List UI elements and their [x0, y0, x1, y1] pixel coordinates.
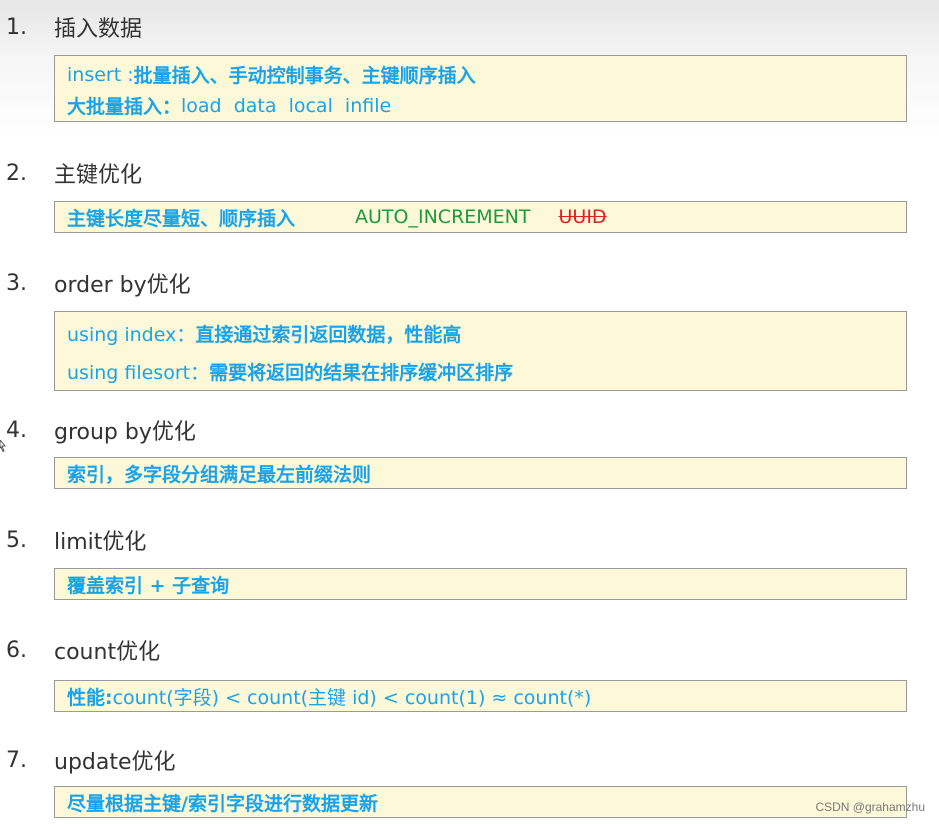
- section-4-number: 4.: [6, 417, 27, 443]
- section-1-heading: 1. 插入数据: [0, 12, 143, 43]
- section-7-heading: 7. update优化: [0, 745, 176, 776]
- section-2-heading: 2. 主键优化: [0, 158, 143, 189]
- section-1-line-1-prefix: insert :: [67, 63, 134, 86]
- section-5-title: limit优化: [54, 530, 147, 555]
- section-5-line-1-text: 覆盖索引 + 子查询: [67, 574, 230, 597]
- section-3-number: 3.: [6, 270, 27, 296]
- section-6-line-1: 性能: count(字段) < count(主键 id) < count(1) …: [67, 681, 894, 711]
- section-6-line-1-prefix: 性能:: [67, 686, 113, 709]
- section-3-box: using index： 直接通过索引返回数据，性能高 using fileso…: [54, 311, 907, 391]
- section-1-box: insert : 批量插入、手动控制事务、主键顺序插入 大批量插入： load …: [54, 55, 907, 122]
- section-4-line-1: 索引，多字段分组满足最左前缀法则: [67, 458, 894, 488]
- section-6-heading: 6. count优化: [0, 635, 161, 666]
- section-1-line-1-text: 批量插入、手动控制事务、主键顺序插入: [133, 65, 476, 87]
- section-5-line-1: 覆盖索引 + 子查询: [67, 569, 894, 599]
- section-6-box: 性能: count(字段) < count(主键 id) < count(1) …: [54, 680, 907, 712]
- section-3-line-2: using filesort： 需要将返回的结果在排序缓冲区排序: [67, 352, 894, 390]
- section-2-line-1-text: 主键长度尽量短、顺序插入: [67, 207, 296, 230]
- section-3-line-2-prefix: using filesort：: [67, 361, 210, 384]
- section-3-heading: 3. order by优化: [0, 268, 191, 299]
- section-4-box: 索引，多字段分组满足最左前缀法则: [54, 457, 907, 489]
- section-2-auto-increment: AUTO_INCREMENT: [355, 206, 531, 228]
- section-7-line-1-text: 尽量根据主键/索引字段进行数据更新: [67, 792, 378, 815]
- mouse-cursor-icon: [0, 440, 6, 452]
- section-1-title: 插入数据: [54, 17, 143, 42]
- section-2-title: 主键优化: [54, 163, 143, 188]
- section-4-line-1-text: 索引，多字段分组满足最左前缀法则: [67, 463, 372, 486]
- section-5-heading: 5. limit优化: [0, 525, 147, 556]
- section-2-number: 2.: [6, 160, 27, 186]
- section-3-line-1-prefix: using index：: [67, 323, 196, 346]
- section-7-number: 7.: [6, 747, 27, 773]
- section-5-box: 覆盖索引 + 子查询: [54, 568, 907, 600]
- section-1-line-2-text: load data local infile: [181, 94, 392, 117]
- section-1-line-2: 大批量插入： load data local infile: [67, 90, 894, 121]
- section-6-number: 6.: [6, 637, 27, 663]
- section-3-line-1-text: 直接通过索引返回数据，性能高: [195, 323, 462, 346]
- section-6-title: count优化: [54, 640, 161, 665]
- section-7-box: 尽量根据主键/索引字段进行数据更新: [54, 786, 907, 818]
- watermark: CSDN @grahamzhu: [815, 800, 925, 814]
- section-3-line-2-text: 需要将返回的结果在排序缓冲区排序: [209, 361, 514, 384]
- section-3-line-1: using index： 直接通过索引返回数据，性能高: [67, 314, 894, 352]
- section-5-number: 5.: [6, 527, 27, 553]
- section-1-number: 1.: [6, 14, 27, 40]
- section-4-title: group by优化: [54, 420, 196, 445]
- section-1-line-2-prefix: 大批量插入：: [67, 96, 182, 118]
- section-7-line-1: 尽量根据主键/索引字段进行数据更新: [67, 787, 894, 817]
- section-2-box: 主键长度尽量短、顺序插入 AUTO_INCREMENT UUID: [54, 201, 907, 233]
- section-4-heading: 4. group by优化: [0, 415, 196, 446]
- section-3-title: order by优化: [54, 273, 191, 298]
- section-2-uuid-strikethrough: UUID: [558, 206, 607, 228]
- section-2-line-1: 主键长度尽量短、顺序插入 AUTO_INCREMENT UUID: [67, 202, 894, 232]
- section-1-line-1: insert : 批量插入、手动控制事务、主键顺序插入: [67, 59, 894, 90]
- section-6-line-1-text: count(字段) < count(主键 id) < count(1) ≈ co…: [112, 686, 592, 709]
- section-7-title: update优化: [54, 750, 176, 775]
